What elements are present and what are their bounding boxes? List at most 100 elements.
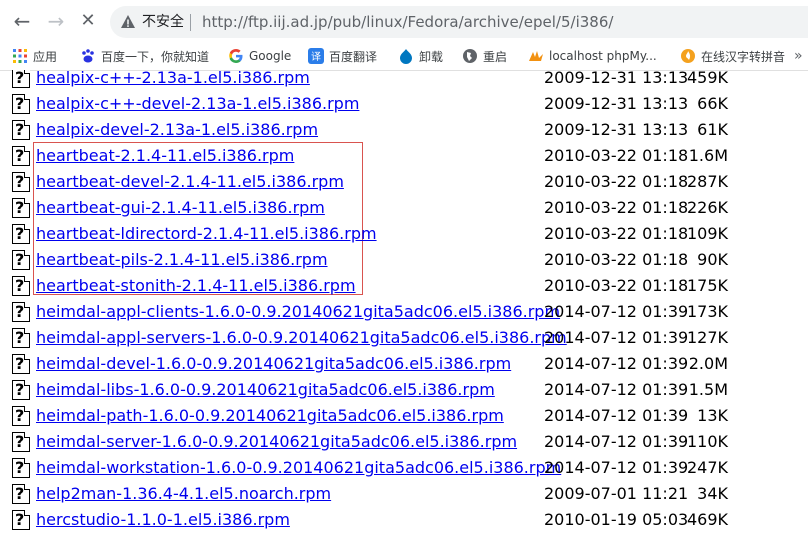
file-date: 2009-12-31 13:13 [544,70,689,87]
question-mark-glyph: ? [15,354,25,373]
apps-grid-icon [13,49,27,63]
question-mark-glyph: ? [15,328,25,347]
back-arrow-icon[interactable]: ← [8,8,36,34]
file-row: ? heimdal-server-1.6.0-0.9.20140621gita5a… [0,429,808,455]
file-date: 2014-07-12 01:39 [544,406,689,425]
file-size: 2.0M [688,354,728,373]
question-mark-glyph: ? [15,172,25,191]
file-link[interactable]: heimdal-path-1.6.0-0.9.20140621gita5adc0… [36,406,504,426]
file-date: 2009-12-31 13:13 [544,120,689,139]
bookmark-label: 卸载 [419,49,444,64]
file-size: 109K [686,224,728,243]
file-link[interactable]: heimdal-workstation-1.6.0-0.9.20140621gi… [36,458,561,478]
file-date: 2009-07-01 11:21 [544,484,689,503]
file-row: ? heimdal-appl-clients-1.6.0-0.9.20140621… [0,299,808,325]
bookmark-uninstall[interactable]: 卸载 [398,45,443,67]
file-link[interactable]: healpix-c++-2.13a-1.el5.i386.rpm [36,70,310,88]
file-size: 459K [686,70,728,87]
file-link[interactable]: heartbeat-devel-2.1.4-11.el5.i386.rpm [36,172,344,192]
bookmark-pinyin[interactable]: 在线汉字转拼音 [680,45,785,67]
omnibox-divider [190,14,191,31]
unknown-file-icon: ? [12,146,30,166]
stop-loading-icon[interactable]: ✕ [74,8,102,34]
question-mark-glyph: ? [15,484,25,503]
file-link[interactable]: help2man-1.36.4-4.1.el5.noarch.rpm [36,484,331,504]
warning-triangle-icon[interactable] [120,14,136,30]
question-mark-glyph: ? [15,302,25,321]
file-row: ? heartbeat-gui-2.1.4-11.el5.i386.rpm 2010… [0,195,808,221]
bookmark-reboot[interactable]: 重启 [462,45,507,67]
file-link[interactable]: healpix-devel-2.13a-1.el5.i386.rpm [36,120,318,140]
question-mark-glyph: ? [15,406,25,425]
file-date: 2010-03-22 01:18 [544,224,689,243]
bookmark-label: localhost phpMy... [549,49,657,63]
file-link[interactable]: heimdal-server-1.6.0-0.9.20140621gita5ad… [36,432,517,452]
file-link[interactable]: hercstudio-1.1.0-1.el5.i386.rpm [36,510,290,530]
question-mark-glyph: ? [15,70,25,87]
file-row: ? heartbeat-2.1.4-11.el5.i386.rpm 2010-03-… [0,143,808,169]
question-mark-glyph: ? [15,146,25,165]
globe-icon [463,49,477,63]
file-size: 127K [686,328,728,347]
unknown-file-icon: ? [12,172,30,192]
file-listing: ? healpix-c++-2.13a-1.el5.i386.rpm 2009-12… [0,70,808,538]
file-row: ? heimdal-devel-1.6.0-0.9.20140621gita5ad… [0,351,808,377]
unknown-file-icon: ? [12,70,30,88]
svg-text:译: 译 [311,51,321,63]
file-date: 2014-07-12 01:39 [544,458,689,477]
forward-arrow-icon[interactable]: → [42,8,70,34]
file-link[interactable]: heimdal-appl-clients-1.6.0-0.9.20140621g… [36,302,560,322]
unknown-file-icon: ? [12,510,30,530]
bookmark-label: 应用 [33,49,58,64]
baidu-paw-icon [82,49,94,63]
file-row: ? healpix-c++-2.13a-1.el5.i386.rpm 2009-12… [0,70,808,91]
bookmark-label: Google [249,49,292,63]
bookmark-google[interactable]: Google [228,45,291,67]
file-link[interactable]: heartbeat-pils-2.1.4-11.el5.i386.rpm [36,250,328,270]
file-size: 175K [686,276,728,295]
bookmark-apps[interactable]: 应用 [12,45,57,67]
file-link[interactable]: heartbeat-stonith-2.1.4-11.el5.i386.rpm [36,276,356,296]
question-mark-glyph: ? [15,458,25,477]
file-size: 13K [697,406,728,425]
file-row: ? heartbeat-devel-2.1.4-11.el5.i386.rpm 20… [0,169,808,195]
bookmark-baidu-translate[interactable]: 译 百度翻译 [308,45,377,67]
bookmark-label: 百度翻译 [329,49,378,64]
security-label[interactable]: 不安全 [142,13,184,31]
question-mark-glyph: ? [15,432,25,451]
file-size: 226K [686,198,728,217]
file-link[interactable]: heimdal-libs-1.6.0-0.9.20140621gita5adc0… [36,380,495,400]
browser-toolbar: ← → ✕ 不安全 http://ftp.iij.ad.jp/pub/linux… [0,0,808,42]
drupal-drop-icon [400,49,412,64]
question-mark-glyph: ? [15,120,25,139]
unknown-file-icon: ? [12,198,30,218]
file-row: ? heartbeat-pils-2.1.4-11.el5.i386.rpm 201… [0,247,808,273]
file-link[interactable]: heartbeat-gui-2.1.4-11.el5.i386.rpm [36,198,325,218]
file-row: ? heartbeat-stonith-2.1.4-11.el5.i386.rpm… [0,273,808,299]
unknown-file-icon: ? [12,120,30,140]
file-link[interactable]: heartbeat-ldirectord-2.1.4-11.el5.i386.r… [36,224,377,244]
file-link[interactable]: heartbeat-2.1.4-11.el5.i386.rpm [36,146,294,166]
url-text[interactable]: http://ftp.iij.ad.jp/pub/linux/Fedora/ar… [202,12,613,32]
file-date: 2010-03-22 01:18 [544,250,689,269]
bookmark-phpmyadmin[interactable]: localhost phpMy... [528,45,657,67]
file-date: 2010-03-22 01:18 [544,146,689,165]
address-bar[interactable]: 不安全 http://ftp.iij.ad.jp/pub/linux/Fedor… [110,6,808,38]
file-row: ? heimdal-appl-servers-1.6.0-0.9.20140621… [0,325,808,351]
file-size: 247K [686,458,728,477]
file-size: 1.5M [688,380,728,399]
question-mark-glyph: ? [15,224,25,243]
file-size: 34K [697,484,728,503]
file-link[interactable]: heimdal-devel-1.6.0-0.9.20140621gita5adc… [36,354,511,374]
file-row: ? heimdal-libs-1.6.0-0.9.20140621gita5adc… [0,377,808,403]
unknown-file-icon: ? [12,354,30,374]
unknown-file-icon: ? [12,224,30,244]
bookmark-baidu[interactable]: 百度一下，你就知道 [80,45,209,67]
unknown-file-icon: ? [12,458,30,478]
bookmark-label: 在线汉字转拼音 [701,49,786,64]
file-size: 90K [697,250,728,269]
file-date: 2010-03-22 01:18 [544,172,689,191]
file-link[interactable]: heimdal-appl-servers-1.6.0-0.9.20140621g… [36,328,567,348]
file-link[interactable]: healpix-c++-devel-2.13a-1.el5.i386.rpm [36,94,359,114]
bookmarks-overflow-icon[interactable]: » [794,45,803,67]
